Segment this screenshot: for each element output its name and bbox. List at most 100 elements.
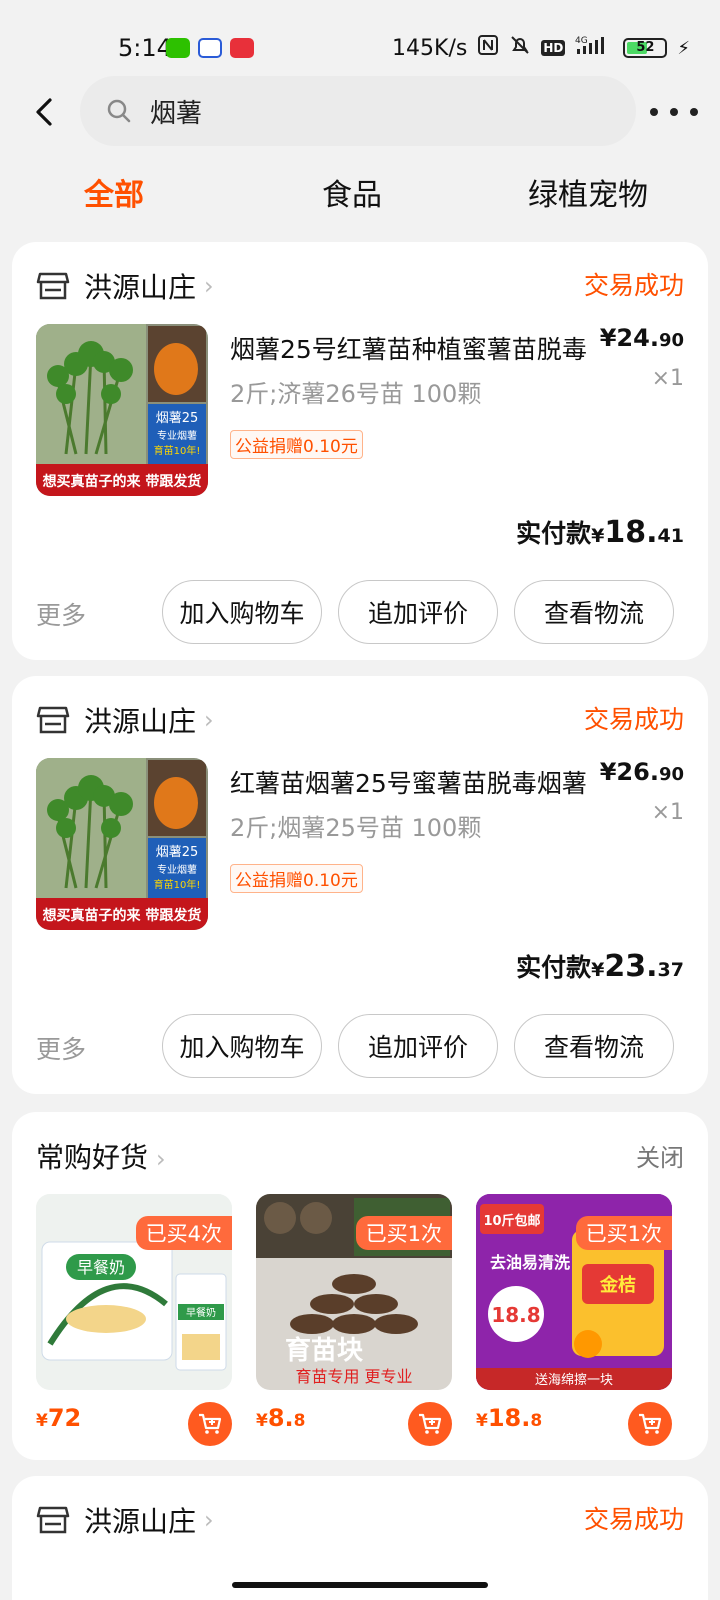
product-quantity: ×1 <box>651 800 684 825</box>
dot-icon <box>690 108 698 116</box>
more-options-button[interactable] <box>650 92 698 132</box>
wechat-icon <box>166 38 190 58</box>
goods-item-image[interactable]: 早餐奶 早餐奶 已买4次 <box>36 1194 232 1390</box>
svg-text:育苗10年!: 育苗10年! <box>154 444 201 457</box>
svg-text:去油易清洗: 去油易清洗 <box>490 1253 570 1272</box>
svg-text:育苗10年!: 育苗10年! <box>154 878 201 891</box>
purchase-count-badge: 已买1次 <box>355 1216 452 1250</box>
news-app-icon <box>230 38 254 58</box>
search-row: 烟薯 <box>0 76 720 148</box>
status-time: 5:14 <box>118 34 172 62</box>
nfc-icon <box>477 34 499 62</box>
svg-text:18.8: 18.8 <box>491 1303 540 1327</box>
add-review-button[interactable]: 追加评价 <box>338 580 498 644</box>
svg-text:4G: 4G <box>575 36 588 46</box>
add-to-cart-button[interactable]: 加入购物车 <box>162 580 322 644</box>
product-quantity: ×1 <box>651 366 684 391</box>
svg-text:专业烟薯: 专业烟薯 <box>157 863 197 876</box>
product-title[interactable]: 烟薯25号红薯苗种植蜜薯苗脱毒 <box>230 330 590 366</box>
shop-icon <box>36 1506 70 1534</box>
product-price: ¥24.90 <box>599 324 684 352</box>
search-query: 烟薯 <box>150 98 203 129</box>
signal-icon: 4G <box>575 34 613 62</box>
purchase-count-badge: 已买4次 <box>135 1216 232 1250</box>
product-price: ¥26.90 <box>599 758 684 786</box>
view-logistics-button[interactable]: 查看物流 <box>514 580 674 644</box>
svg-text:烟薯25: 烟薯25 <box>156 845 199 860</box>
dot-icon <box>670 108 678 116</box>
hd-icon: HD <box>541 40 566 56</box>
back-arrow-icon <box>36 98 52 126</box>
svg-text:10斤包邮: 10斤包邮 <box>483 1213 540 1229</box>
shop-icon <box>36 272 70 300</box>
shop-name: 洪源山庄 <box>84 271 197 304</box>
order-status: 交易成功 <box>583 705 684 734</box>
svg-text:想买真苗子的来 带跟发货: 想买真苗子的来 带跟发货 <box>42 473 202 490</box>
tab-food[interactable]: 食品 <box>322 170 382 214</box>
tab-plants-pets[interactable]: 绿植宠物 <box>528 170 648 214</box>
shop-link[interactable]: 洪源山庄 › <box>36 264 214 308</box>
shop-name: 洪源山庄 <box>84 1505 197 1538</box>
more-button[interactable]: 更多 <box>36 1030 86 1066</box>
purchase-count-badge: 已买1次 <box>575 1216 672 1250</box>
add-to-cart-button[interactable]: 加入购物车 <box>162 1014 322 1078</box>
tab-all[interactable]: 全部 <box>84 170 144 214</box>
add-to-cart-icon[interactable] <box>408 1402 452 1446</box>
goods-item-image[interactable]: 10斤包邮 去油易清洗 18.8 金桔 送海绵擦一块 已买1次 <box>476 1194 672 1390</box>
chevron-right-icon: › <box>204 272 214 300</box>
add-to-cart-icon[interactable] <box>188 1402 232 1446</box>
baidu-icon <box>198 38 222 58</box>
svg-text:早餐奶: 早餐奶 <box>77 1258 125 1277</box>
order-card[interactable]: 洪源山庄 › 交易成功 烟薯25 专业烟薯 育苗10年! 想买真苗子的来 带跟发… <box>12 676 708 1094</box>
category-tabs: 全部 食品 绿植宠物 <box>0 170 720 226</box>
mute-bell-icon <box>509 34 531 62</box>
chevron-right-icon: › <box>204 706 214 734</box>
shop-link[interactable]: 洪源山庄 › <box>36 698 214 742</box>
battery-icon: 52 <box>623 38 668 58</box>
svg-text:专业烟薯: 专业烟薯 <box>157 429 197 442</box>
search-icon <box>107 99 131 123</box>
goods-price: ¥8.8 <box>256 1404 306 1432</box>
product-image[interactable]: 烟薯25 专业烟薯 育苗10年! 想买真苗子的来 带跟发货 <box>36 324 208 496</box>
product-spec: 2斤;济薯26号苗 100颗 <box>230 380 482 408</box>
svg-text:育苗专用 更专业: 育苗专用 更专业 <box>295 1367 412 1386</box>
paid-amount: 实付款¥18.41 <box>516 515 684 550</box>
status-bar: 5:14 145K/s HD 4G 52 ⚡ <box>0 0 720 80</box>
frequent-goods-section: 常购好货 › 关闭 早餐奶 早餐奶 已买4次 ¥72 育苗块 育苗专用 更专业 … <box>12 1112 708 1460</box>
view-logistics-button[interactable]: 查看物流 <box>514 1014 674 1078</box>
dot-icon <box>650 108 658 116</box>
product-spec: 2斤;烟薯25号苗 100颗 <box>230 814 482 842</box>
svg-text:烟薯25: 烟薯25 <box>156 411 199 426</box>
goods-item-image[interactable]: 育苗块 育苗专用 更专业 已买1次 <box>256 1194 452 1390</box>
goods-price: ¥18.8 <box>476 1404 543 1432</box>
add-to-cart-icon[interactable] <box>628 1402 672 1446</box>
order-card[interactable]: 洪源山庄 › 交易成功 烟薯25 专业烟薯 育苗10年! 想买真苗子的来 带跟发… <box>12 242 708 660</box>
back-button[interactable] <box>26 92 62 132</box>
order-status: 交易成功 <box>583 271 684 300</box>
chevron-right-icon: › <box>204 1506 214 1534</box>
svg-text:早餐奶: 早餐奶 <box>186 1306 216 1319</box>
goods-price: ¥72 <box>36 1404 82 1432</box>
status-right: 145K/s HD 4G 52 ⚡ <box>392 34 690 62</box>
close-button[interactable]: 关闭 <box>636 1138 684 1173</box>
frequent-goods-title[interactable]: 常购好货 › <box>36 1136 166 1176</box>
svg-text:育苗块: 育苗块 <box>285 1335 363 1366</box>
network-speed: 145K/s <box>392 35 468 61</box>
charging-icon: ⚡ <box>677 37 690 59</box>
svg-text:想买真苗子的来 带跟发货: 想买真苗子的来 带跟发货 <box>42 907 202 924</box>
shop-icon <box>36 706 70 734</box>
battery-level: 52 <box>636 40 655 55</box>
add-review-button[interactable]: 追加评价 <box>338 1014 498 1078</box>
svg-text:金桔: 金桔 <box>599 1274 636 1296</box>
more-button[interactable]: 更多 <box>36 596 86 632</box>
shop-link[interactable]: 洪源山庄 › <box>36 1498 214 1542</box>
chevron-right-icon: › <box>156 1145 166 1173</box>
search-input[interactable]: 烟薯 <box>80 76 636 146</box>
order-status: 交易成功 <box>583 1505 684 1534</box>
product-title[interactable]: 红薯苗烟薯25号蜜薯苗脱毒烟薯 <box>230 764 590 800</box>
product-image[interactable]: 烟薯25 专业烟薯 育苗10年! 想买真苗子的来 带跟发货 <box>36 758 208 930</box>
charity-tag: 公益捐赠0.10元 <box>230 430 363 459</box>
home-indicator[interactable] <box>232 1582 488 1588</box>
paid-amount: 实付款¥23.37 <box>516 949 684 984</box>
svg-text:送海绵擦一块: 送海绵擦一块 <box>535 1373 613 1388</box>
